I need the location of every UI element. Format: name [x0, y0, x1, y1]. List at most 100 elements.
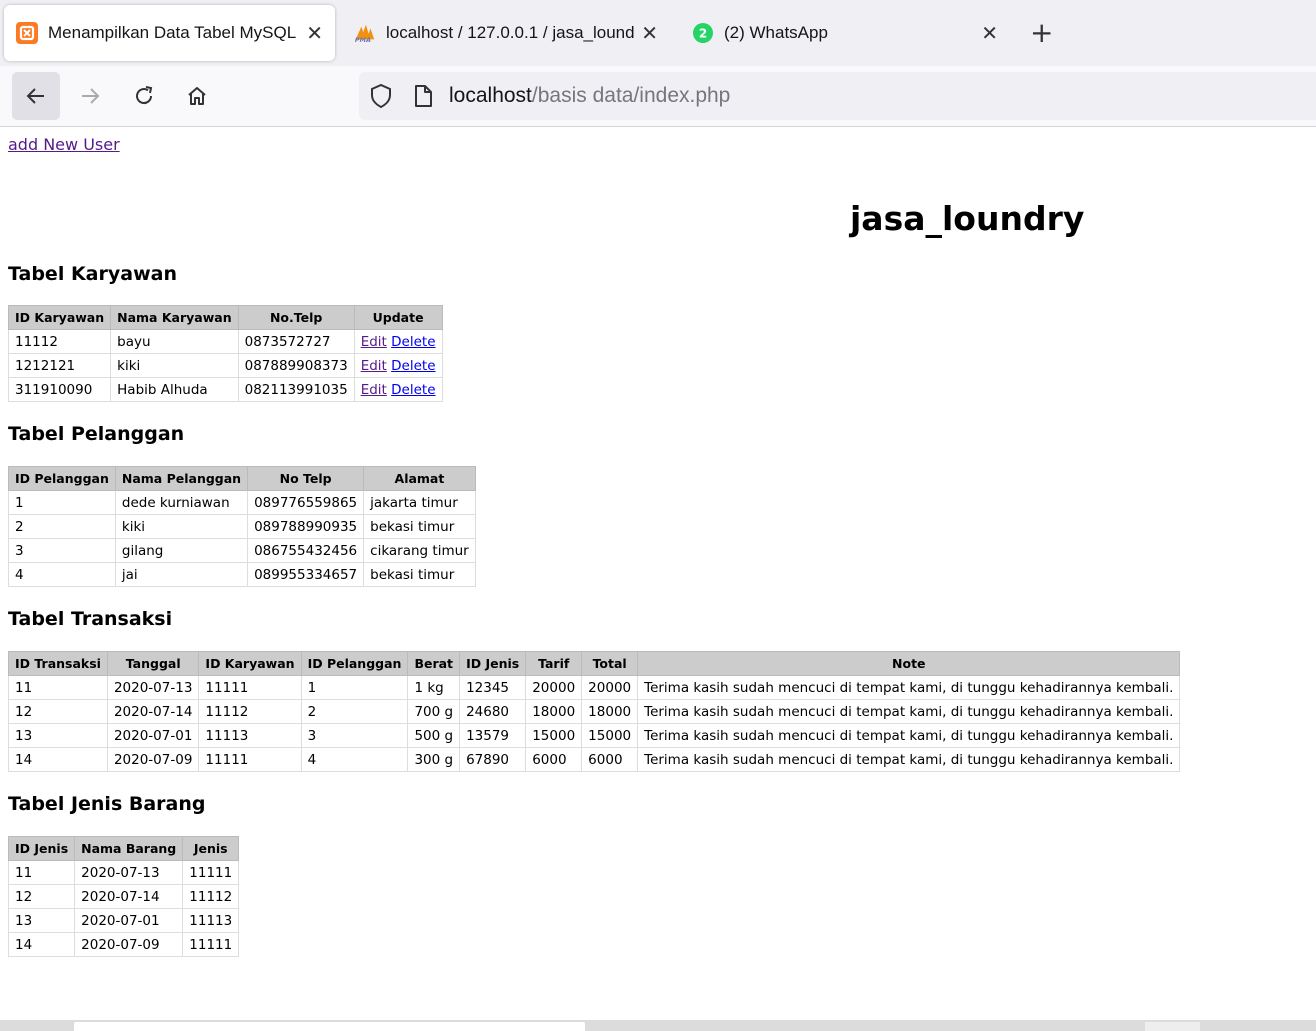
- tab-whatsapp[interactable]: 2 (2) WhatsApp ✕: [680, 5, 1010, 61]
- table-cell: 2: [300, 699, 409, 724]
- table-cell: 11111: [182, 860, 240, 885]
- tab-title: localhost / 127.0.0.1 / jasa_loundry: [386, 23, 636, 42]
- home-icon: [188, 87, 206, 105]
- close-tab-icon[interactable]: ✕: [306, 21, 323, 46]
- column-header: Berat: [407, 651, 461, 676]
- scrollbar-thumb[interactable]: [74, 1022, 585, 1031]
- column-header: Nama Barang: [74, 836, 184, 861]
- reload-icon: [136, 86, 153, 105]
- pelanggan-table: ID Pelanggan Nama Pelanggan No Telp Alam…: [8, 466, 476, 587]
- table-cell: 2020-07-14: [106, 699, 200, 724]
- table-cell: Terima kasih sudah mencuci di tempat kam…: [637, 723, 1181, 748]
- table-cell: 20000: [581, 675, 639, 700]
- table-cell: 2020-07-09: [106, 747, 200, 772]
- table-cell: 11113: [182, 908, 240, 933]
- table-cell: kiki: [110, 353, 239, 378]
- table-cell: 2: [8, 514, 116, 539]
- table-row: 13 2020-07-01 11113 3 500 g 13579 15000 …: [8, 723, 1181, 748]
- table-cell: 11111: [182, 932, 240, 957]
- transaksi-heading: Tabel Transaksi: [8, 608, 173, 630]
- url-text[interactable]: localhost/basis data/index.php: [449, 84, 730, 108]
- column-header: ID Jenis: [459, 651, 527, 676]
- edit-link[interactable]: Edit: [361, 382, 387, 398]
- table-row: 11 2020-07-13 11111: [7, 860, 240, 885]
- close-tab-icon[interactable]: ✕: [981, 21, 998, 46]
- table-cell: 4: [8, 562, 116, 587]
- table-cell: 2020-07-13: [74, 860, 184, 885]
- whatsapp-icon: 2: [692, 22, 714, 44]
- forward-button[interactable]: [66, 72, 114, 120]
- home-button[interactable]: [173, 72, 221, 120]
- table-cell: 11111: [198, 675, 302, 700]
- table-cell: 700 g: [407, 699, 461, 724]
- column-header: Jenis: [182, 836, 240, 861]
- table-cell: 24680: [459, 699, 527, 724]
- table-cell: gilang: [114, 538, 249, 563]
- column-header: Alamat: [363, 466, 476, 491]
- table-cell: jakarta timur: [363, 490, 476, 515]
- table-cell: 4: [300, 747, 409, 772]
- table-cell: 089788990935: [247, 514, 365, 539]
- edit-link[interactable]: Edit: [361, 334, 387, 350]
- table-cell: 11113: [198, 723, 302, 748]
- delete-link[interactable]: Delete: [391, 358, 435, 374]
- table-cell: 12: [7, 884, 76, 909]
- page-content: add New User jasa_loundry Tabel Karyawan…: [0, 127, 1316, 1017]
- table-cell: Edit Delete: [353, 353, 443, 378]
- table-cell: 300 g: [407, 747, 461, 772]
- delete-link[interactable]: Delete: [391, 382, 435, 398]
- address-bar[interactable]: localhost/basis data/index.php: [359, 72, 1316, 120]
- table-cell: 0873572727: [237, 329, 355, 354]
- table-row: 12 2020-07-14 11112: [7, 884, 240, 909]
- table-row: 13 2020-07-01 11113: [7, 908, 240, 933]
- edit-link[interactable]: Edit: [361, 358, 387, 374]
- table-cell: 1 kg: [407, 675, 461, 700]
- table-row: 4 jai 089955334657 bekasi timur: [8, 562, 476, 587]
- table-cell: 6000: [525, 747, 583, 772]
- table-cell: cikarang timur: [363, 538, 476, 563]
- table-cell: 087889908373: [237, 353, 355, 378]
- close-tab-icon[interactable]: ✕: [641, 21, 658, 46]
- horizontal-scrollbar[interactable]: [0, 1020, 1316, 1031]
- column-header: ID Karyawan: [198, 651, 302, 676]
- table-cell: 11112: [7, 329, 112, 354]
- new-tab-icon[interactable]: +: [1030, 18, 1053, 48]
- table-cell: 3: [300, 723, 409, 748]
- svg-text:PMA: PMA: [355, 36, 371, 44]
- karyawan-heading: Tabel Karyawan: [8, 263, 177, 285]
- table-header-row: ID Jenis Nama Barang Jenis: [7, 836, 240, 861]
- xampp-icon: [16, 22, 38, 44]
- table-cell: 500 g: [407, 723, 461, 748]
- table-row: 311910090 Habib Alhuda 082113991035 Edit…: [7, 377, 443, 402]
- table-cell: Terima kasih sudah mencuci di tempat kam…: [637, 747, 1181, 772]
- table-cell: 1: [8, 490, 116, 515]
- table-cell: 12345: [459, 675, 527, 700]
- column-header: Nama Karyawan: [110, 305, 239, 330]
- table-cell: 11112: [198, 699, 302, 724]
- add-new-user-link[interactable]: add New User: [8, 135, 120, 154]
- tab-menampilkan-data[interactable]: Menampilkan Data Tabel MySQL ✕: [4, 5, 335, 61]
- table-cell: 14: [8, 747, 108, 772]
- table-cell: 20000: [525, 675, 583, 700]
- table-cell: dede kurniawan: [114, 490, 249, 515]
- tab-phpmyadmin[interactable]: PMA localhost / 127.0.0.1 / jasa_loundry…: [342, 5, 670, 61]
- table-row: 14 2020-07-09 11111: [7, 932, 240, 957]
- table-cell: 15000: [525, 723, 583, 748]
- karyawan-table: ID Karyawan Nama Karyawan No.Telp Update…: [7, 305, 443, 402]
- table-cell: 3: [8, 538, 116, 563]
- table-cell: 089955334657: [247, 562, 365, 587]
- table-header-row: ID Pelanggan Nama Pelanggan No Telp Alam…: [8, 466, 476, 491]
- jenis-heading: Tabel Jenis Barang: [8, 793, 206, 815]
- table-cell: 11111: [198, 747, 302, 772]
- url-path: /basis data/index.php: [531, 84, 731, 107]
- page-icon[interactable]: [413, 84, 435, 108]
- table-cell: 082113991035: [237, 377, 355, 402]
- table-cell: kiki: [114, 514, 249, 539]
- shield-icon[interactable]: [369, 83, 395, 109]
- table-cell: 14: [7, 932, 76, 957]
- delete-link[interactable]: Delete: [391, 334, 435, 350]
- back-button[interactable]: [12, 72, 60, 120]
- table-cell: 18000: [581, 699, 639, 724]
- table-cell: 2020-07-13: [106, 675, 200, 700]
- reload-button[interactable]: [120, 72, 168, 120]
